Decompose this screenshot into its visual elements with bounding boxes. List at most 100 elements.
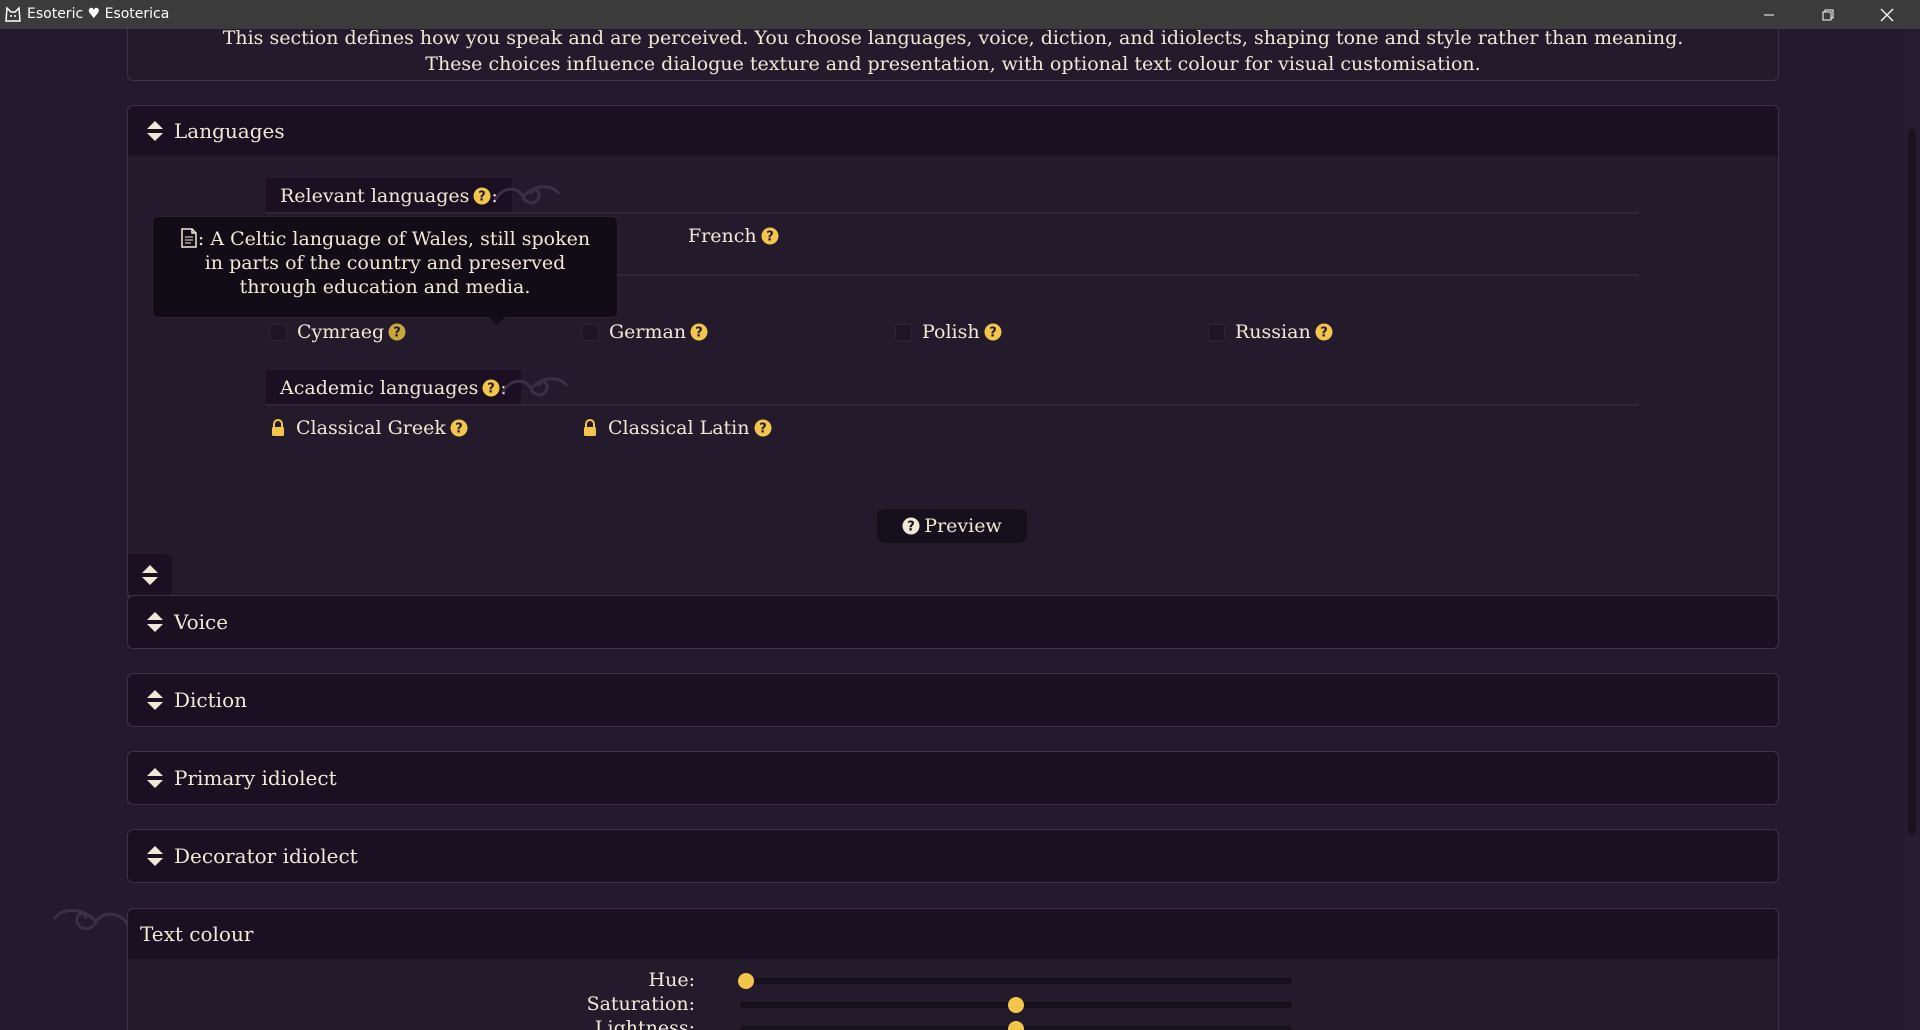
sort-icon [147, 768, 163, 788]
language-option-polish[interactable]: Polish ? [895, 321, 1002, 343]
scrollbar-thumb[interactable] [1908, 129, 1916, 834]
languages-header[interactable]: Languages [128, 106, 1778, 156]
hue-slider[interactable] [740, 978, 1292, 984]
german-checkbox[interactable] [582, 323, 599, 341]
diction-header[interactable]: Diction [128, 674, 1778, 726]
classical-greek-label: Classical Greek [296, 417, 446, 439]
svg-text:?: ? [989, 326, 997, 341]
german-label: German [609, 321, 687, 343]
app-cat-icon [5, 6, 21, 22]
restore-icon [1822, 9, 1834, 20]
russian-label: Russian [1235, 321, 1311, 343]
svg-text:?: ? [488, 382, 496, 397]
help-icon[interactable]: ? [473, 187, 491, 205]
academic-divider [266, 404, 1638, 406]
polish-checkbox[interactable] [895, 323, 912, 341]
text-colour-label: Text colour [140, 922, 254, 946]
cymraeg-tooltip: : A Celtic language of Wales, still spok… [152, 216, 618, 325]
language-option-cymraeg[interactable]: Cymraeg ? [270, 321, 406, 343]
preview-button[interactable]: ? Preview [877, 509, 1027, 543]
minimize-button[interactable] [1740, 0, 1798, 29]
diction-label: Diction [174, 688, 247, 712]
saturation-slider-thumb[interactable] [1008, 997, 1024, 1013]
lightness-label: Lightness: [594, 1017, 695, 1030]
languages-panel: Languages Relevant languages ? : French … [127, 105, 1779, 599]
tooltip-arrow [489, 317, 505, 325]
help-icon-active[interactable]: ? [388, 323, 406, 341]
french-label: French [688, 225, 757, 247]
svg-text:?: ? [393, 326, 401, 341]
academic-languages-text: Academic languages [280, 377, 479, 399]
svg-text:?: ? [479, 190, 487, 205]
sort-icon [147, 121, 163, 141]
language-option-russian[interactable]: Russian ? [1208, 321, 1333, 343]
voice-panel[interactable]: Voice [127, 595, 1779, 649]
voice-label: Voice [174, 610, 229, 634]
intro-line-1: This section defines how you speak and a… [222, 29, 1684, 49]
swirl-ornament-icon [501, 377, 569, 397]
language-option-french[interactable]: French ? [688, 225, 779, 247]
relevant-languages-label: Relevant languages ? : [266, 178, 512, 214]
saturation-label: Saturation: [586, 993, 695, 1015]
hue-slider-thumb[interactable] [738, 973, 754, 989]
classical-latin-label: Classical Latin [608, 417, 750, 439]
languages-header-label: Languages [174, 119, 285, 143]
tooltip-prefix: : [197, 228, 205, 250]
lock-icon [584, 419, 596, 436]
academic-languages-label: Academic languages ? : [266, 370, 521, 406]
swirl-ornament-icon [493, 185, 561, 205]
polish-label: Polish [922, 321, 980, 343]
text-colour-panel: Text colour Hue: Saturation: Lightness: [127, 908, 1779, 1030]
primary-idiolect-header[interactable]: Primary idiolect [128, 752, 1778, 804]
cymraeg-label: Cymraeg [297, 321, 385, 343]
swirl-ornament-icon [52, 908, 130, 931]
svg-text:?: ? [1320, 326, 1328, 341]
sort-icon [142, 565, 158, 585]
sort-icon [147, 690, 163, 710]
voice-header[interactable]: Voice [128, 596, 1778, 648]
help-icon[interactable]: ? [984, 323, 1002, 341]
lock-icon [272, 419, 284, 436]
help-icon[interactable]: ? [1315, 323, 1333, 341]
decorator-idiolect-panel[interactable]: Decorator idiolect [127, 829, 1779, 883]
hue-label: Hue: [648, 969, 695, 991]
main-content: This section defines how you speak and a… [0, 29, 1920, 1030]
sort-icon [147, 846, 163, 866]
help-icon: ? [902, 517, 920, 535]
document-icon [181, 228, 197, 248]
window-title: Esoteric ♥ Esoterica [27, 6, 170, 22]
language-option-classical-greek[interactable]: Classical Greek ? [270, 417, 468, 439]
minimize-icon [1764, 14, 1774, 15]
lightness-slider-thumb[interactable] [1008, 1021, 1024, 1030]
help-icon[interactable]: ? [754, 419, 772, 437]
svg-text:?: ? [766, 230, 774, 245]
help-icon[interactable]: ? [482, 379, 500, 397]
primary-idiolect-panel[interactable]: Primary idiolect [127, 751, 1779, 805]
relevant-divider [266, 212, 1638, 214]
help-icon[interactable]: ? [450, 419, 468, 437]
maximize-button[interactable] [1799, 0, 1857, 29]
diction-panel[interactable]: Diction [127, 673, 1779, 727]
svg-text:?: ? [695, 326, 703, 341]
primary-idiolect-label: Primary idiolect [174, 766, 337, 790]
decorator-idiolect-header[interactable]: Decorator idiolect [128, 830, 1778, 882]
language-option-classical-latin[interactable]: Classical Latin ? [582, 417, 772, 439]
sort-icon [147, 612, 163, 632]
close-icon [1880, 8, 1894, 21]
relevant-languages-text: Relevant languages [280, 185, 470, 207]
help-icon[interactable]: ? [761, 227, 779, 245]
collapse-languages-button[interactable] [128, 554, 172, 596]
svg-text:?: ? [908, 520, 916, 535]
svg-text:?: ? [455, 422, 463, 437]
intro-card: This section defines how you speak and a… [127, 29, 1779, 81]
help-icon[interactable]: ? [690, 323, 708, 341]
intro-line-2: These choices influence dialogue texture… [425, 53, 1481, 75]
decorator-idiolect-label: Decorator idiolect [174, 844, 358, 868]
close-button[interactable] [1858, 0, 1916, 29]
svg-text:?: ? [759, 422, 767, 437]
window-title-bar: Esoteric ♥ Esoterica [0, 0, 1920, 29]
cymraeg-checkbox[interactable] [270, 323, 287, 341]
russian-checkbox[interactable] [1208, 323, 1225, 341]
text-colour-header: Text colour [128, 909, 1778, 959]
language-option-german[interactable]: German ? [582, 321, 708, 343]
